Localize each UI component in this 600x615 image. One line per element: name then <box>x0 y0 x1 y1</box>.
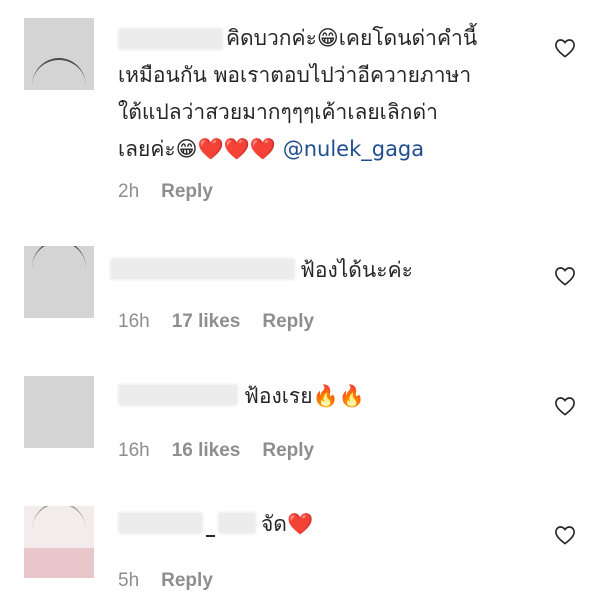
comment-meta: 16h 16 likes Reply <box>118 440 314 462</box>
timestamp: 16h <box>118 311 150 332</box>
reply-button[interactable]: Reply <box>262 440 314 462</box>
timestamp: 2h <box>118 181 140 202</box>
avatar[interactable] <box>24 18 94 90</box>
mention-link[interactable]: @nulek_gaga <box>283 137 424 161</box>
timestamp: 5h <box>118 570 140 591</box>
avatar[interactable] <box>24 246 94 318</box>
avatar[interactable] <box>24 376 94 448</box>
likes-count[interactable]: 17 likes <box>172 311 241 333</box>
username-underscore <box>206 535 215 537</box>
username-redacted[interactable] <box>118 384 238 406</box>
comment-text: จัด❤️ <box>261 512 314 536</box>
comment-meta: 5h Reply <box>118 570 213 592</box>
heart-outline-icon[interactable] <box>554 38 576 58</box>
comment-text: คิดบวกค่ะ😁เคยโดนด่าคำนี้ เหมือนกัน พอเรา… <box>118 26 478 161</box>
comment-meta: 2h Reply <box>118 181 213 203</box>
heart-outline-icon[interactable] <box>554 266 576 286</box>
heart-outline-icon[interactable] <box>554 396 576 416</box>
heart-outline-icon[interactable] <box>554 525 576 545</box>
username-redacted[interactable] <box>218 512 256 534</box>
username-redacted[interactable] <box>110 258 295 280</box>
avatar[interactable] <box>24 506 94 578</box>
comment-text: ฟ้องเรย🔥🔥 <box>244 384 365 408</box>
username-redacted[interactable] <box>118 512 203 534</box>
comment-meta: 16h 17 likes Reply <box>118 311 314 333</box>
reply-button[interactable]: Reply <box>161 570 213 592</box>
likes-count[interactable]: 16 likes <box>172 440 241 462</box>
timestamp: 16h <box>118 440 150 461</box>
reply-button[interactable]: Reply <box>262 311 314 333</box>
reply-button[interactable]: Reply <box>161 181 213 203</box>
